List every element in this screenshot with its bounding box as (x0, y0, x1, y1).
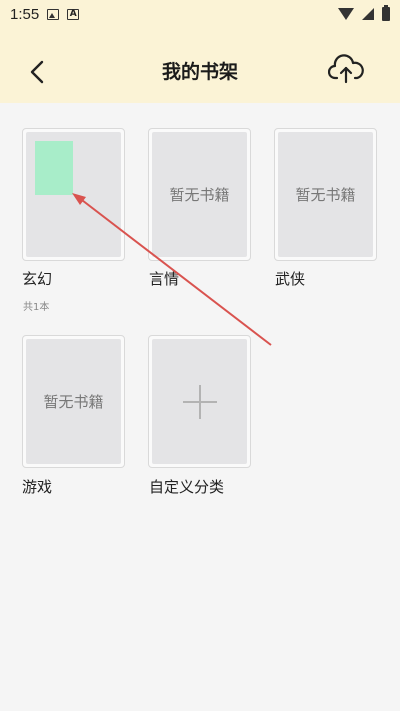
empty-placeholder: 暂无书籍 (152, 132, 247, 257)
add-area (152, 339, 247, 464)
signal-icon (362, 8, 374, 20)
custom-category-label: 自定义分类 (149, 478, 225, 496)
status-time: 1:55 (10, 5, 40, 23)
battery-icon (382, 5, 390, 21)
category-card-wuxia[interactable]: 暂无书籍 (274, 128, 377, 261)
category-label: 武侠 (275, 270, 306, 288)
category-card-yanqing[interactable]: 暂无书籍 (148, 128, 251, 261)
plus-icon (182, 384, 217, 419)
category-card-youxi[interactable]: 暂无书籍 (22, 335, 125, 468)
status-bar: 1:55 A (0, 0, 400, 28)
category-card-xuanhuan[interactable] (22, 128, 125, 261)
empty-placeholder: 暂无书籍 (278, 132, 373, 257)
book-cover-thumbnail[interactable] (35, 141, 73, 195)
add-custom-category-card[interactable] (148, 335, 251, 468)
category-label: 言情 (149, 270, 180, 288)
image-notification-icon (47, 8, 60, 20)
cloud-upload-button[interactable] (327, 54, 364, 86)
app-notification-icon: A (67, 8, 80, 20)
cloud-upload-icon (327, 54, 364, 84)
category-label: 玄幻 (22, 270, 53, 288)
empty-placeholder: 暂无书籍 (26, 339, 121, 464)
app-bar: 我的书架 (0, 40, 400, 100)
book-count: 共1本 (23, 302, 50, 313)
category-label: 游戏 (22, 478, 53, 496)
book-cover-area (26, 132, 121, 257)
wifi-icon (338, 8, 354, 20)
